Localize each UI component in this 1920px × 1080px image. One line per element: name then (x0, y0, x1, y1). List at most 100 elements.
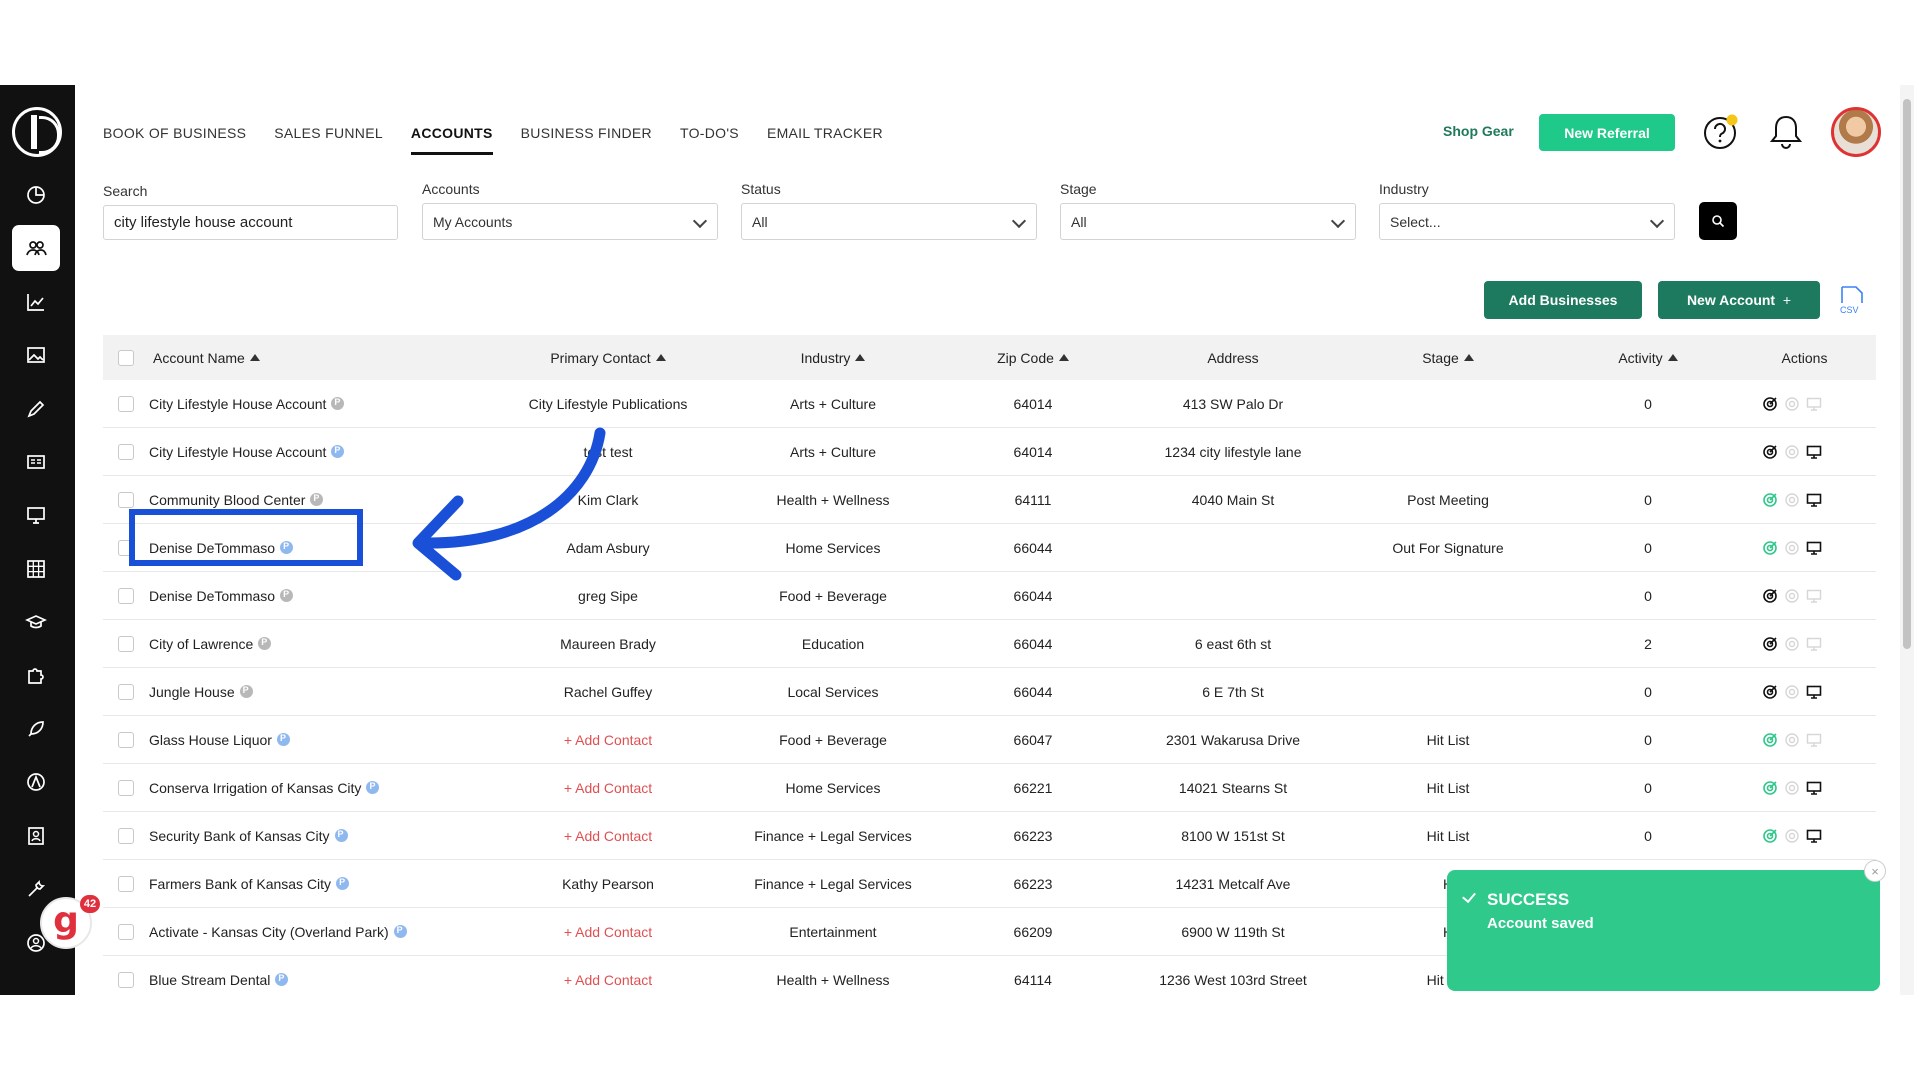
row-checkbox[interactable] (118, 587, 134, 604)
monitor-icon[interactable] (1806, 780, 1822, 796)
add-contact-link[interactable]: + Add Contact (564, 732, 652, 748)
table-row[interactable]: Denise DeTommasogreg SipeFood + Beverage… (103, 572, 1876, 620)
newspaper-icon[interactable] (12, 439, 60, 485)
table-row[interactable]: Jungle House Rachel Guffey Local Services 6… (103, 668, 1876, 716)
ring-icon[interactable] (1784, 396, 1800, 412)
table-row[interactable]: City of Lawrence Maureen Brady Education 66… (103, 620, 1876, 668)
target-icon[interactable] (1762, 588, 1778, 604)
ring-icon[interactable] (1784, 780, 1800, 796)
target-icon[interactable] (1762, 540, 1778, 556)
col-primary-contact[interactable]: Primary Contact (483, 335, 733, 380)
table-row[interactable]: City Lifestyle House Account City Lifesty… (103, 380, 1876, 428)
primary-contact-cell[interactable]: + Add Contact (483, 812, 733, 859)
monitor-icon[interactable] (1806, 636, 1822, 652)
csv-download-icon[interactable]: CSV (1838, 285, 1866, 315)
table-row[interactable]: Glass House Liquor + Add Contact Food + Be… (103, 716, 1876, 764)
ring-icon[interactable] (1784, 732, 1800, 748)
table-row[interactable]: Community Blood CenterKim ClarkHealth + … (103, 476, 1876, 524)
account-name[interactable]: Glass House Liquor (149, 732, 272, 748)
row-checkbox[interactable] (118, 731, 134, 748)
rocket-icon[interactable] (12, 706, 60, 752)
page-scrollbar[interactable] (1900, 85, 1914, 995)
ring-icon[interactable] (1784, 684, 1800, 700)
account-name-cell[interactable]: Denise DeTommaso (149, 572, 294, 619)
pencil-icon[interactable] (12, 386, 60, 432)
col-stage[interactable]: Stage (1333, 335, 1563, 380)
new-account-button[interactable]: New Account + (1658, 281, 1820, 319)
account-name-cell[interactable]: Security Bank of Kansas City (149, 812, 348, 859)
table-row[interactable]: Security Bank of Kansas City + Add Contac… (103, 812, 1876, 860)
account-name-cell[interactable]: Farmers Bank of Kansas City (149, 860, 350, 907)
monitor-icon[interactable] (1806, 828, 1822, 844)
account-name-cell[interactable]: City Lifestyle House Account (149, 428, 345, 475)
target-icon[interactable] (1762, 396, 1778, 412)
primary-contact-cell[interactable]: + Add Contact (483, 716, 733, 763)
account-name[interactable]: Farmers Bank of Kansas City (149, 876, 331, 892)
row-checkbox[interactable] (118, 395, 134, 412)
ring-icon[interactable] (1784, 492, 1800, 508)
account-name[interactable]: City of Lawrence (149, 636, 253, 652)
account-name-cell[interactable]: Blue Stream Dental (149, 956, 289, 995)
monitor-icon[interactable] (1806, 540, 1822, 556)
table-row[interactable]: City Lifestyle House Accounttest testArt… (103, 428, 1876, 476)
row-checkbox[interactable] (118, 635, 134, 652)
brand-logo[interactable] (12, 107, 62, 157)
tab-accounts[interactable]: ACCOUNTS (410, 125, 493, 155)
account-name[interactable]: Jungle House (149, 684, 235, 700)
account-name[interactable]: Activate - Kansas City (Overland Park) (149, 924, 389, 940)
table-row[interactable]: Denise DeTommasoAdam AsburyHome Services… (103, 524, 1876, 572)
add-businesses-button[interactable]: Add Businesses (1484, 281, 1642, 319)
tab-business-finder[interactable]: BUSINESS FINDER (521, 125, 652, 155)
monitor-icon[interactable] (1806, 396, 1822, 412)
primary-contact-cell[interactable]: + Add Contact (483, 908, 733, 955)
new-referral-button[interactable]: New Referral (1539, 114, 1675, 151)
monitor-icon[interactable] (1806, 588, 1822, 604)
bell-icon[interactable] (1768, 113, 1804, 151)
user-avatar[interactable] (1831, 107, 1881, 157)
graduation-cap-icon[interactable] (12, 599, 60, 645)
help-icon[interactable] (1703, 114, 1739, 150)
tab-email-tracker[interactable]: EMAIL TRACKER (767, 125, 883, 155)
status-select[interactable]: All (741, 203, 1037, 240)
account-name-cell[interactable]: Conserva Irrigation of Kansas City (149, 764, 380, 811)
account-name[interactable]: Denise DeTommaso (149, 588, 275, 604)
account-name-cell[interactable]: Activate - Kansas City (Overland Park) (149, 908, 407, 955)
row-checkbox[interactable] (118, 779, 134, 796)
row-checkbox[interactable] (118, 875, 134, 892)
row-checkbox[interactable] (118, 923, 134, 940)
target-icon[interactable] (1762, 828, 1778, 844)
search-input[interactable] (103, 205, 398, 240)
row-checkbox[interactable] (118, 971, 134, 988)
toast-close-button[interactable]: × (1864, 860, 1886, 882)
account-name[interactable]: Community Blood Center (149, 492, 305, 508)
col-industry[interactable]: Industry (733, 335, 933, 380)
primary-contact-cell[interactable]: + Add Contact (483, 956, 733, 995)
account-name[interactable]: Blue Stream Dental (149, 972, 270, 988)
account-name[interactable]: Security Bank of Kansas City (149, 828, 330, 844)
accounts-select[interactable]: My Accounts (422, 203, 718, 240)
ring-icon[interactable] (1784, 540, 1800, 556)
users-icon[interactable] (12, 225, 60, 271)
monitor-icon[interactable] (1806, 444, 1822, 460)
scroll-thumb[interactable] (1903, 99, 1911, 649)
tab-book-of-business[interactable]: BOOK OF BUSINESS (103, 125, 246, 155)
badge-icon[interactable] (12, 813, 60, 859)
pie-chart-icon[interactable] (12, 172, 60, 218)
industry-select[interactable]: Select... (1379, 203, 1675, 240)
col-account-name[interactable]: Account Name (153, 335, 260, 380)
search-button[interactable] (1699, 202, 1737, 240)
ring-icon[interactable] (1784, 636, 1800, 652)
ring-icon[interactable] (1784, 588, 1800, 604)
col-zip-code[interactable]: Zip Code (933, 335, 1133, 380)
primary-contact-cell[interactable]: + Add Contact (483, 764, 733, 811)
shop-gear-link[interactable]: Shop Gear (1443, 123, 1514, 139)
account-name-cell[interactable]: City of Lawrence (149, 620, 272, 667)
account-name-cell[interactable]: City Lifestyle House Account (149, 380, 345, 427)
ring-icon[interactable] (1784, 444, 1800, 460)
monitor-icon[interactable] (1806, 732, 1822, 748)
add-contact-link[interactable]: + Add Contact (564, 780, 652, 796)
target-icon[interactable] (1762, 492, 1778, 508)
account-name[interactable]: City Lifestyle House Account (149, 396, 326, 412)
tab-to-do-s[interactable]: TO-DO'S (680, 125, 739, 155)
add-contact-link[interactable]: + Add Contact (564, 924, 652, 940)
